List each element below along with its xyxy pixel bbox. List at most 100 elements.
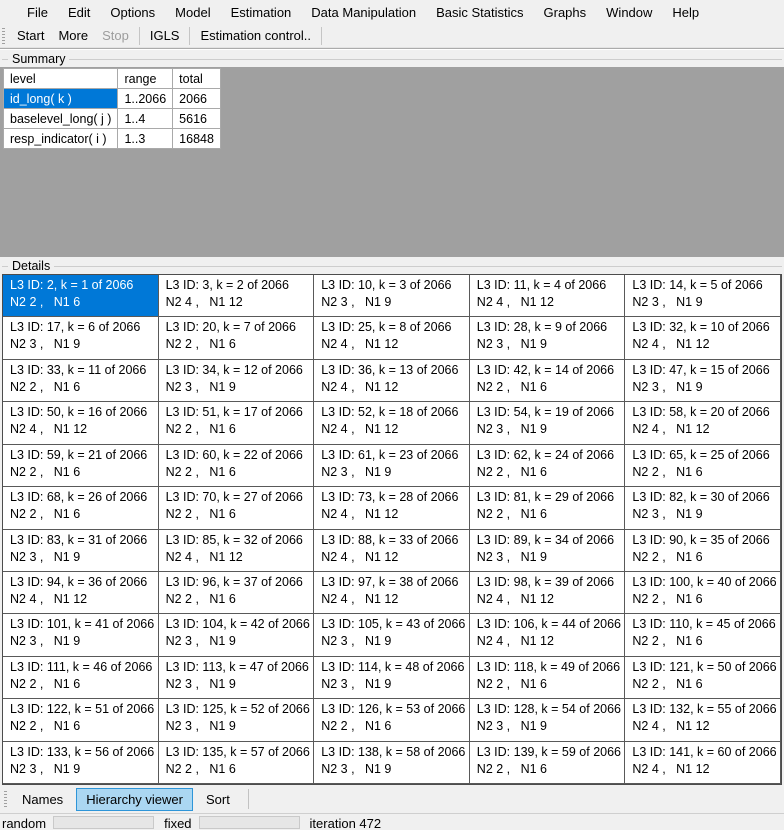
detail-cell-line1: L3 ID: 42, k = 14 of 2066 bbox=[477, 362, 623, 379]
detail-cell[interactable]: L3 ID: 34, k = 12 of 2066N2 3 , N1 9 bbox=[159, 360, 315, 402]
menu-item-help[interactable]: Help bbox=[662, 3, 709, 22]
detail-cell[interactable]: L3 ID: 14, k = 5 of 2066N2 3 , N1 9 bbox=[625, 275, 781, 317]
menu-item-window[interactable]: Window bbox=[596, 3, 662, 22]
summary-cell-total[interactable]: 2066 bbox=[173, 89, 221, 109]
toolbar-button-igls[interactable]: IGLS bbox=[143, 26, 187, 45]
summary-row[interactable]: baselevel_long( j )1..45616 bbox=[4, 109, 221, 129]
detail-cell[interactable]: L3 ID: 50, k = 16 of 2066N2 4 , N1 12 bbox=[3, 402, 159, 444]
detail-cell[interactable]: L3 ID: 100, k = 40 of 2066N2 2 , N1 6 bbox=[625, 572, 781, 614]
detail-cell[interactable]: L3 ID: 82, k = 30 of 2066N2 3 , N1 9 bbox=[625, 487, 781, 529]
detail-cell[interactable]: L3 ID: 52, k = 18 of 2066N2 4 , N1 12 bbox=[314, 402, 470, 444]
detail-cell-line1: L3 ID: 33, k = 11 of 2066 bbox=[10, 362, 156, 379]
detail-cell-line1: L3 ID: 10, k = 3 of 2066 bbox=[321, 277, 467, 294]
menu-item-edit[interactable]: Edit bbox=[58, 3, 100, 22]
detail-cell[interactable]: L3 ID: 25, k = 8 of 2066N2 4 , N1 12 bbox=[314, 317, 470, 359]
detail-cell[interactable]: L3 ID: 90, k = 35 of 2066N2 2 , N1 6 bbox=[625, 530, 781, 572]
detail-cell-line2: N2 3 , N1 9 bbox=[477, 421, 623, 438]
summary-cell-range[interactable]: 1..3 bbox=[118, 129, 173, 149]
menu-item-basic-statistics[interactable]: Basic Statistics bbox=[426, 3, 533, 22]
detail-cell[interactable]: L3 ID: 98, k = 39 of 2066N2 4 , N1 12 bbox=[470, 572, 626, 614]
detail-cell[interactable]: L3 ID: 28, k = 9 of 2066N2 3 , N1 9 bbox=[470, 317, 626, 359]
summary-row[interactable]: resp_indicator( i )1..316848 bbox=[4, 129, 221, 149]
menu-item-graphs[interactable]: Graphs bbox=[534, 3, 597, 22]
summary-cell-total[interactable]: 5616 bbox=[173, 109, 221, 129]
detail-cell[interactable]: L3 ID: 81, k = 29 of 2066N2 2 , N1 6 bbox=[470, 487, 626, 529]
detail-cell[interactable]: L3 ID: 105, k = 43 of 2066N2 3 , N1 9 bbox=[314, 614, 470, 656]
detail-cell[interactable]: L3 ID: 51, k = 17 of 2066N2 2 , N1 6 bbox=[159, 402, 315, 444]
detail-cell[interactable]: L3 ID: 126, k = 53 of 2066N2 2 , N1 6 bbox=[314, 699, 470, 741]
detail-cell[interactable]: L3 ID: 70, k = 27 of 2066N2 2 , N1 6 bbox=[159, 487, 315, 529]
detail-cell[interactable]: L3 ID: 3, k = 2 of 2066N2 4 , N1 12 bbox=[159, 275, 315, 317]
detail-cell[interactable]: L3 ID: 20, k = 7 of 2066N2 2 , N1 6 bbox=[159, 317, 315, 359]
detail-cell[interactable]: L3 ID: 73, k = 28 of 2066N2 4 , N1 12 bbox=[314, 487, 470, 529]
detail-cell[interactable]: L3 ID: 88, k = 33 of 2066N2 4 , N1 12 bbox=[314, 530, 470, 572]
detail-cell[interactable]: L3 ID: 135, k = 57 of 2066N2 2 , N1 6 bbox=[159, 742, 315, 784]
toolbar-gripper-icon[interactable] bbox=[2, 28, 5, 44]
detail-cell-line1: L3 ID: 34, k = 12 of 2066 bbox=[166, 362, 312, 379]
detail-cell[interactable]: L3 ID: 113, k = 47 of 2066N2 3 , N1 9 bbox=[159, 657, 315, 699]
detail-cell[interactable]: L3 ID: 97, k = 38 of 2066N2 4 , N1 12 bbox=[314, 572, 470, 614]
menu-item-options[interactable]: Options bbox=[100, 3, 165, 22]
detail-cell[interactable]: L3 ID: 101, k = 41 of 2066N2 3 , N1 9 bbox=[3, 614, 159, 656]
detail-cell[interactable]: L3 ID: 141, k = 60 of 2066N2 4 , N1 12 bbox=[625, 742, 781, 784]
summary-cell-level[interactable]: resp_indicator( i ) bbox=[4, 129, 118, 149]
detail-cell[interactable]: L3 ID: 60, k = 22 of 2066N2 2 , N1 6 bbox=[159, 445, 315, 487]
menu-item-model[interactable]: Model bbox=[165, 3, 220, 22]
toolbar-button-more[interactable]: More bbox=[51, 26, 95, 45]
detail-cell[interactable]: L3 ID: 47, k = 15 of 2066N2 3 , N1 9 bbox=[625, 360, 781, 402]
detail-cell[interactable]: L3 ID: 110, k = 45 of 2066N2 2 , N1 6 bbox=[625, 614, 781, 656]
summary-cell-range[interactable]: 1..2066 bbox=[118, 89, 173, 109]
tab-sort[interactable]: Sort bbox=[196, 788, 240, 811]
detail-cell[interactable]: L3 ID: 83, k = 31 of 2066N2 3 , N1 9 bbox=[3, 530, 159, 572]
detail-cell[interactable]: L3 ID: 138, k = 58 of 2066N2 3 , N1 9 bbox=[314, 742, 470, 784]
detail-cell[interactable]: L3 ID: 85, k = 32 of 2066N2 4 , N1 12 bbox=[159, 530, 315, 572]
detail-cell[interactable]: L3 ID: 42, k = 14 of 2066N2 2 , N1 6 bbox=[470, 360, 626, 402]
detail-cell[interactable]: L3 ID: 68, k = 26 of 2066N2 2 , N1 6 bbox=[3, 487, 159, 529]
detail-cell[interactable]: L3 ID: 89, k = 34 of 2066N2 3 , N1 9 bbox=[470, 530, 626, 572]
detail-cell[interactable]: L3 ID: 17, k = 6 of 2066N2 3 , N1 9 bbox=[3, 317, 159, 359]
summary-cell-level[interactable]: baselevel_long( j ) bbox=[4, 109, 118, 129]
detail-cell-line2: N2 2 , N1 6 bbox=[632, 676, 778, 693]
detail-cell[interactable]: L3 ID: 114, k = 48 of 2066N2 3 , N1 9 bbox=[314, 657, 470, 699]
detail-cell[interactable]: L3 ID: 121, k = 50 of 2066N2 2 , N1 6 bbox=[625, 657, 781, 699]
detail-cell-line2: N2 3 , N1 9 bbox=[477, 336, 623, 353]
menu-item-data-manipulation[interactable]: Data Manipulation bbox=[301, 3, 426, 22]
detail-cell[interactable]: L3 ID: 118, k = 49 of 2066N2 2 , N1 6 bbox=[470, 657, 626, 699]
summary-header-row: levelrangetotal bbox=[4, 69, 221, 89]
detail-cell[interactable]: L3 ID: 65, k = 25 of 2066N2 2 , N1 6 bbox=[625, 445, 781, 487]
detail-cell[interactable]: L3 ID: 36, k = 13 of 2066N2 4 , N1 12 bbox=[314, 360, 470, 402]
summary-cell-range[interactable]: 1..4 bbox=[118, 109, 173, 129]
tabbar-gripper-icon[interactable] bbox=[4, 791, 7, 807]
detail-cell-line1: L3 ID: 141, k = 60 of 2066 bbox=[632, 744, 778, 761]
detail-cell[interactable]: L3 ID: 96, k = 37 of 2066N2 2 , N1 6 bbox=[159, 572, 315, 614]
detail-cell[interactable]: L3 ID: 111, k = 46 of 2066N2 2 , N1 6 bbox=[3, 657, 159, 699]
detail-cell[interactable]: L3 ID: 54, k = 19 of 2066N2 3 , N1 9 bbox=[470, 402, 626, 444]
summary-row[interactable]: id_long( k )1..20662066 bbox=[4, 89, 221, 109]
summary-cell-level[interactable]: id_long( k ) bbox=[4, 89, 118, 109]
detail-cell[interactable]: L3 ID: 58, k = 20 of 2066N2 4 , N1 12 bbox=[625, 402, 781, 444]
summary-cell-total[interactable]: 16848 bbox=[173, 129, 221, 149]
detail-cell[interactable]: L3 ID: 33, k = 11 of 2066N2 2 , N1 6 bbox=[3, 360, 159, 402]
detail-cell[interactable]: L3 ID: 94, k = 36 of 2066N2 4 , N1 12 bbox=[3, 572, 159, 614]
detail-cell[interactable]: L3 ID: 133, k = 56 of 2066N2 3 , N1 9 bbox=[3, 742, 159, 784]
detail-cell[interactable]: L3 ID: 10, k = 3 of 2066N2 3 , N1 9 bbox=[314, 275, 470, 317]
detail-cell[interactable]: L3 ID: 132, k = 55 of 2066N2 4 , N1 12 bbox=[625, 699, 781, 741]
detail-cell[interactable]: L3 ID: 125, k = 52 of 2066N2 3 , N1 9 bbox=[159, 699, 315, 741]
detail-cell[interactable]: L3 ID: 32, k = 10 of 2066N2 4 , N1 12 bbox=[625, 317, 781, 359]
detail-cell[interactable]: L3 ID: 11, k = 4 of 2066N2 4 , N1 12 bbox=[470, 275, 626, 317]
detail-cell[interactable]: L3 ID: 62, k = 24 of 2066N2 2 , N1 6 bbox=[470, 445, 626, 487]
detail-cell[interactable]: L3 ID: 2, k = 1 of 2066N2 2 , N1 6 bbox=[3, 275, 159, 317]
detail-cell[interactable]: L3 ID: 59, k = 21 of 2066N2 2 , N1 6 bbox=[3, 445, 159, 487]
toolbar-button-estimation-control-[interactable]: Estimation control.. bbox=[193, 26, 318, 45]
menu-item-file[interactable]: File bbox=[17, 3, 58, 22]
tab-names[interactable]: Names bbox=[12, 788, 73, 811]
menu-item-estimation[interactable]: Estimation bbox=[221, 3, 302, 22]
detail-cell[interactable]: L3 ID: 61, k = 23 of 2066N2 3 , N1 9 bbox=[314, 445, 470, 487]
detail-cell[interactable]: L3 ID: 128, k = 54 of 2066N2 3 , N1 9 bbox=[470, 699, 626, 741]
detail-cell[interactable]: L3 ID: 104, k = 42 of 2066N2 3 , N1 9 bbox=[159, 614, 315, 656]
tab-hierarchy-viewer[interactable]: Hierarchy viewer bbox=[76, 788, 193, 811]
detail-cell[interactable]: L3 ID: 139, k = 59 of 2066N2 2 , N1 6 bbox=[470, 742, 626, 784]
detail-cell[interactable]: L3 ID: 106, k = 44 of 2066N2 4 , N1 12 bbox=[470, 614, 626, 656]
detail-cell[interactable]: L3 ID: 122, k = 51 of 2066N2 2 , N1 6 bbox=[3, 699, 159, 741]
toolbar-button-start[interactable]: Start bbox=[10, 26, 51, 45]
